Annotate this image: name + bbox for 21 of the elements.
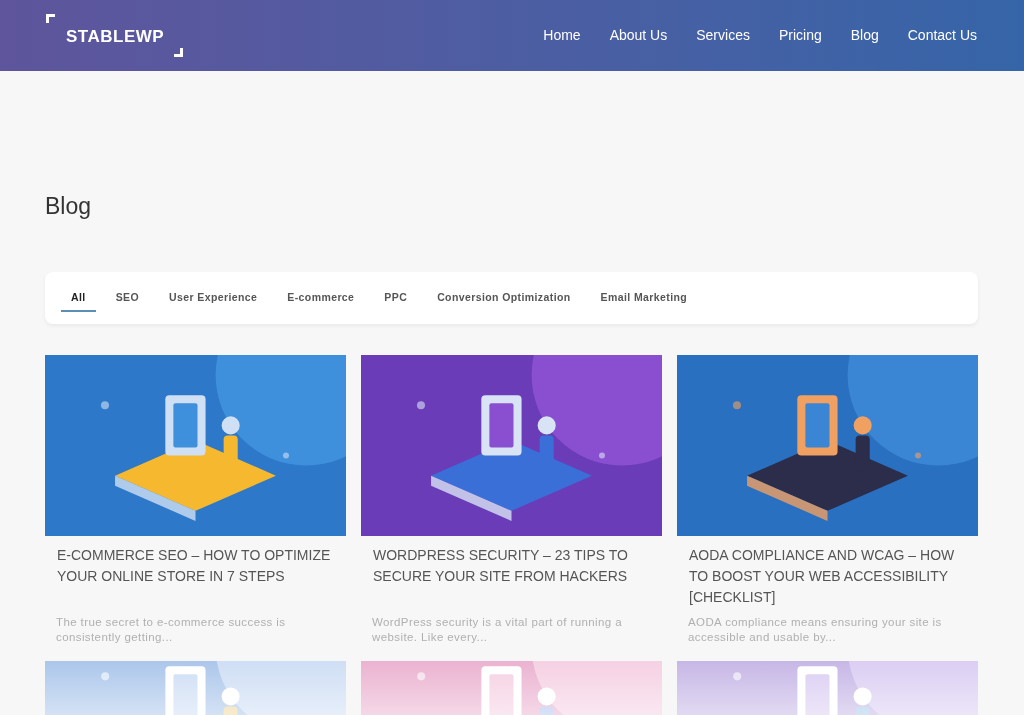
- nav-link[interactable]: Services: [696, 25, 750, 46]
- post-excerpt: WordPress security is a vital part of running a website. Like every...: [371, 615, 623, 645]
- filter-tab[interactable]: Conversion Optimization: [427, 283, 581, 313]
- filter-tab[interactable]: PPC: [374, 283, 418, 313]
- nav-link[interactable]: Pricing: [778, 25, 822, 46]
- nav-link[interactable]: Home: [543, 25, 581, 46]
- filter-tab[interactable]: Email Marketing: [590, 283, 698, 313]
- post-title[interactable]: WORDPRESS SECURITY – 23 TIPS TO SECURE YOUR SITE FROM HACKERS: [361, 545, 662, 609]
- filter-tab[interactable]: E-commerce: [277, 283, 365, 313]
- filter-tab[interactable]: SEO: [105, 283, 149, 313]
- post-title[interactable]: AODA COMPLIANCE AND WCAG – HOW TO BOOST YOUR WEB ACCESSIBILITY [CHECKLIST]: [677, 545, 978, 609]
- logo[interactable]: STABLEWP: [46, 14, 183, 57]
- nav-link[interactable]: About Us: [609, 25, 668, 46]
- post-excerpt: AODA compliance means ensuring your site is accessible and usable by...: [687, 615, 943, 645]
- post-title[interactable]: E-COMMERCE SEO – HOW TO OPTIMIZE YOUR ONLINE STORE IN 7 STEPS: [45, 545, 346, 609]
- filter-tab[interactable]: User Experience: [159, 283, 268, 313]
- filter-tab[interactable]: All: [61, 283, 96, 313]
- page-title: Blog: [45, 195, 92, 218]
- nav-link[interactable]: Contact Us: [907, 25, 977, 46]
- nav-link[interactable]: Blog: [850, 25, 879, 46]
- post-excerpt: The true secret to e-commerce success is consistently getting...: [55, 615, 287, 645]
